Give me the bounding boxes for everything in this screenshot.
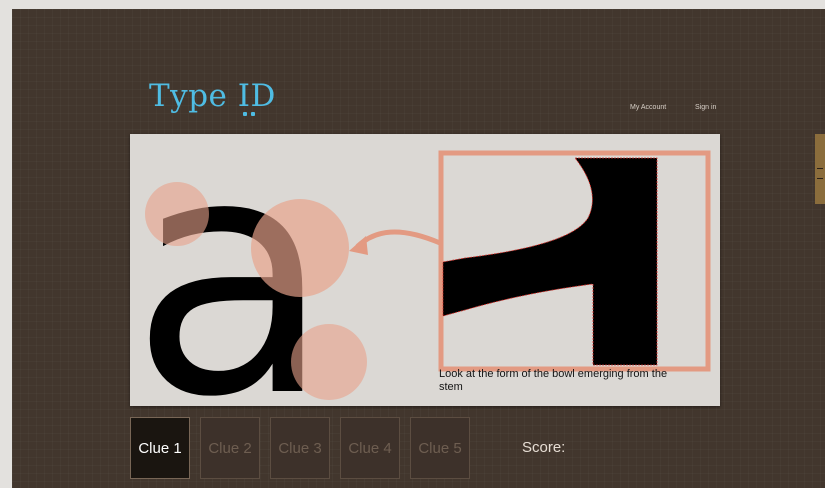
clue-5-button[interactable]: Clue 5 [410,417,470,479]
highlight-circle-bowl [251,199,349,297]
logo-dots-icon [241,112,255,117]
arrow-head-icon [349,236,368,255]
zoom-panel [438,150,711,372]
side-tab-mark-icon [817,168,823,169]
clue-illustration: a [130,134,711,406]
clue-1-button[interactable]: Clue 1 [130,417,190,479]
sign-in-link[interactable]: Sign in [695,104,716,111]
highlight-circle-terminal [145,182,209,246]
clue-card: a Look at the form of the bowl emerging … [130,134,720,406]
score-label: Score: [522,439,566,456]
clue-4-button[interactable]: Clue 4 [340,417,400,479]
app-stage: Type ID My Account Sign in a Look at the… [12,9,825,488]
logo-id: ID [238,78,276,117]
clue-caption: Look at the form of the bowl emerging fr… [439,368,668,393]
clue-2-button[interactable]: Clue 2 [200,417,260,479]
logo-word: Type [149,78,228,114]
logo[interactable]: Type ID [149,78,276,117]
side-feedback-tab[interactable] [815,134,825,204]
highlight-circle-tail [291,324,367,400]
side-tab-mark-icon [817,178,823,179]
arrow-icon [355,229,443,249]
my-account-link[interactable]: My Account [630,104,666,111]
clue-3-button[interactable]: Clue 3 [270,417,330,479]
